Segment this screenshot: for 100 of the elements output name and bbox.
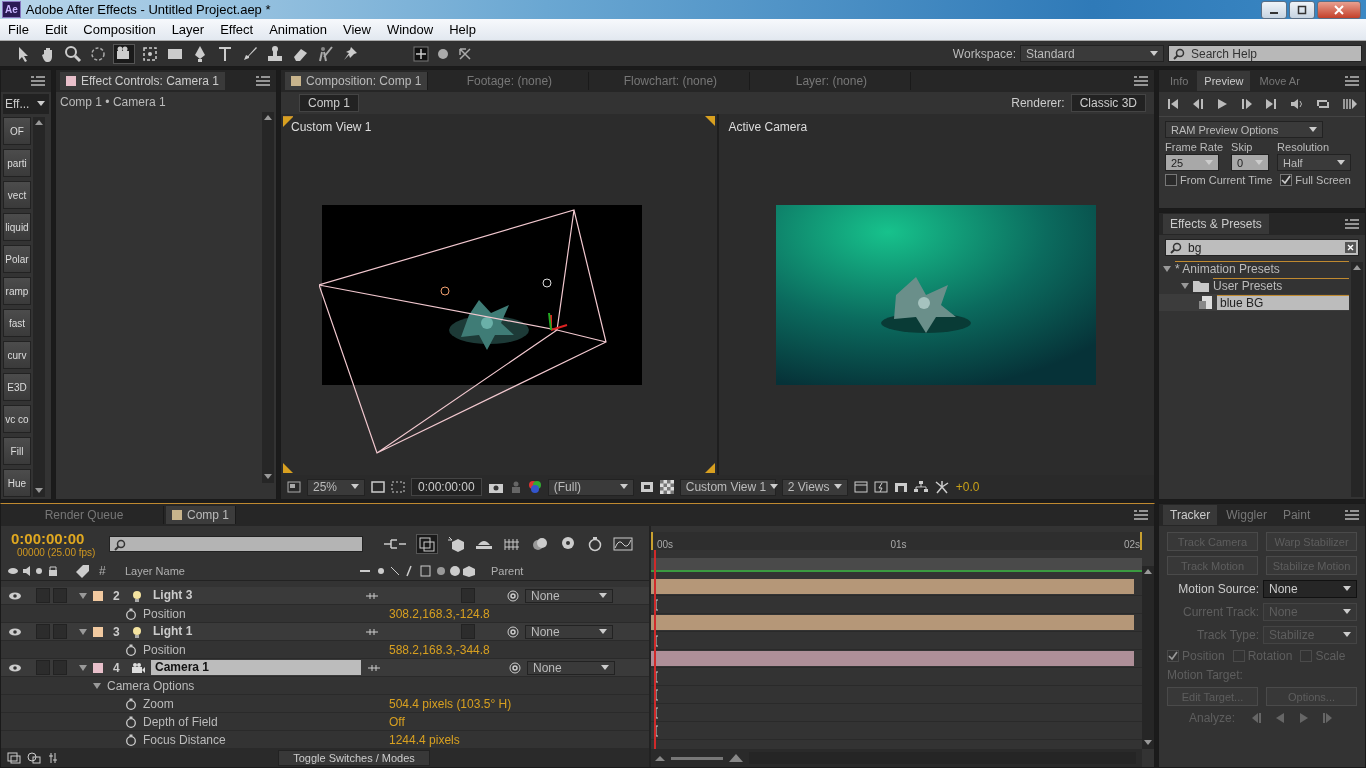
frame-rate-dropdown[interactable]: 25: [1165, 154, 1219, 171]
search-field[interactable]: bg: [1165, 239, 1359, 256]
panel-tab[interactable]: Footage: (none): [430, 72, 590, 90]
work-area-bar[interactable]: [651, 558, 1142, 572]
shy-switch-icon[interactable]: [367, 663, 381, 672]
eye-icon[interactable]: [8, 590, 22, 601]
expand-triangle-icon[interactable]: [1163, 264, 1171, 273]
layer-name[interactable]: Light 3: [149, 588, 359, 603]
speaker-icon[interactable]: [1289, 98, 1304, 110]
fast-preview-icon[interactable]: [873, 481, 888, 493]
lock-switch[interactable]: [53, 624, 67, 639]
scroll-down-icon[interactable]: [1144, 740, 1152, 746]
previous-frame-icon[interactable]: [1191, 98, 1204, 110]
panel-tab[interactable]: Effect Controls: Camera 1: [60, 72, 225, 90]
skip-dropdown[interactable]: 0: [1231, 154, 1270, 171]
scrollbar[interactable]: [33, 117, 45, 497]
stopwatch-icon[interactable]: [125, 697, 137, 710]
roto-brush-icon[interactable]: [316, 44, 334, 63]
panel-tab[interactable]: Tracker: [1163, 505, 1218, 525]
comp-button[interactable]: Comp 1: [299, 94, 360, 112]
clear-icon[interactable]: [1345, 242, 1356, 253]
cube-icon[interactable]: [447, 536, 466, 552]
menu-item[interactable]: Edit: [36, 22, 76, 38]
effect-shortcut-button[interactable]: vc co: [3, 405, 31, 433]
pin-icon[interactable]: [341, 44, 359, 63]
always-preview-icon[interactable]: [287, 481, 301, 493]
maximize-button[interactable]: [1289, 0, 1315, 19]
last-frame-icon[interactable]: [1265, 98, 1278, 110]
scrollbar[interactable]: [1351, 262, 1363, 497]
zoom-in-icon[interactable]: [729, 754, 743, 762]
effect-shortcut-button[interactable]: ramp: [3, 277, 31, 305]
effect-shortcut-button[interactable]: OF: [3, 117, 31, 145]
view-axis-icon[interactable]: [457, 45, 473, 62]
panel-tab[interactable]: Paint: [1275, 505, 1318, 525]
stopwatch-icon[interactable]: [125, 733, 137, 746]
pick-whip-icon[interactable]: [507, 589, 519, 602]
exposure-value[interactable]: +0.0: [955, 480, 980, 494]
solo-switch[interactable]: [36, 588, 50, 603]
loop-icon[interactable]: [1316, 98, 1331, 110]
region-icon[interactable]: [639, 481, 654, 493]
solo-switch[interactable]: [36, 624, 50, 639]
tree-item[interactable]: blue BG: [1217, 295, 1349, 310]
pick-whip-icon[interactable]: [507, 625, 519, 638]
grid-icon[interactable]: [853, 481, 868, 493]
type-tool-icon[interactable]: [216, 44, 234, 63]
stopwatch-icon[interactable]: [587, 536, 604, 552]
checkbox[interactable]: [1280, 174, 1293, 186]
brush-icon[interactable]: [241, 44, 259, 63]
menu-item[interactable]: Animation: [261, 22, 335, 38]
pan-behind-icon[interactable]: [141, 44, 159, 63]
panel-tab[interactable]: Effects & Presets: [1163, 214, 1269, 234]
panel-tab[interactable]: Move Ar: [1252, 71, 1307, 91]
exposure-icon[interactable]: [933, 480, 950, 494]
panel-menu-icon[interactable]: [1345, 76, 1359, 86]
rotate-icon[interactable]: [89, 44, 107, 63]
scroll-down-icon[interactable]: [264, 474, 272, 480]
checkbox[interactable]: [1165, 174, 1177, 186]
flowchart-icon[interactable]: [913, 481, 928, 493]
expand-triangle-icon[interactable]: [79, 591, 87, 600]
renderer-button[interactable]: Classic 3D: [1070, 94, 1146, 112]
scroll-up-icon[interactable]: [1353, 265, 1361, 271]
scrollbar[interactable]: [262, 112, 274, 483]
search-field[interactable]: Search Help: [1168, 45, 1362, 63]
panel-tab[interactable]: Flowchart: (none): [591, 72, 751, 90]
panel-menu-icon[interactable]: [1345, 219, 1359, 229]
parent-dropdown[interactable]: None: [525, 588, 613, 603]
frame-blend-icon[interactable]: [503, 536, 522, 552]
three-d-switch[interactable]: [461, 588, 475, 603]
color-channels-icon[interactable]: [527, 480, 542, 494]
property-value[interactable]: 504.4 pixels (103.5° H): [389, 696, 512, 711]
layout-dropdown[interactable]: 2 Views: [781, 478, 848, 496]
mask-toggle-icon[interactable]: [391, 481, 405, 493]
parent-dropdown[interactable]: None: [525, 624, 613, 639]
layer-name[interactable]: Camera 1: [151, 660, 361, 675]
ram-preview-icon[interactable]: [1342, 98, 1357, 110]
effect-shortcut-button[interactable]: Fill: [3, 437, 31, 465]
parent-dropdown[interactable]: None: [527, 660, 615, 675]
comp-settings-icon[interactable]: [7, 752, 21, 764]
time-ruler[interactable]: 00s 01s 02s: [651, 532, 1142, 550]
effect-shortcut-button[interactable]: Polar: [3, 245, 31, 273]
checkerboard-icon[interactable]: [659, 480, 674, 494]
layer-name[interactable]: Light 1: [149, 624, 359, 639]
menu-item[interactable]: Composition: [75, 22, 164, 38]
stopwatch-icon[interactable]: [125, 643, 137, 656]
effect-shortcut-button[interactable]: curv: [3, 341, 31, 369]
effect-shortcut-button[interactable]: liquid: [3, 213, 31, 241]
effect-shortcut-button[interactable]: fast: [3, 309, 31, 337]
draft-3d-icon[interactable]: [417, 535, 438, 553]
zoom-out-icon[interactable]: [655, 754, 665, 762]
property-value[interactable]: 588.2,168.3,-344.8: [389, 642, 490, 657]
checkbox[interactable]: [1167, 650, 1179, 662]
panel-menu-icon[interactable]: [1134, 510, 1148, 520]
solo-switch[interactable]: [36, 660, 50, 675]
motion-blur-icon[interactable]: [531, 536, 550, 552]
effect-shortcut-button[interactable]: vect: [3, 181, 31, 209]
label-color[interactable]: [93, 662, 103, 673]
expand-triangle-icon[interactable]: [93, 681, 101, 690]
tree-item[interactable]: User Presets: [1213, 278, 1349, 293]
expand-triangle-icon[interactable]: [79, 627, 87, 636]
panel-tab[interactable]: Preview: [1197, 71, 1251, 91]
